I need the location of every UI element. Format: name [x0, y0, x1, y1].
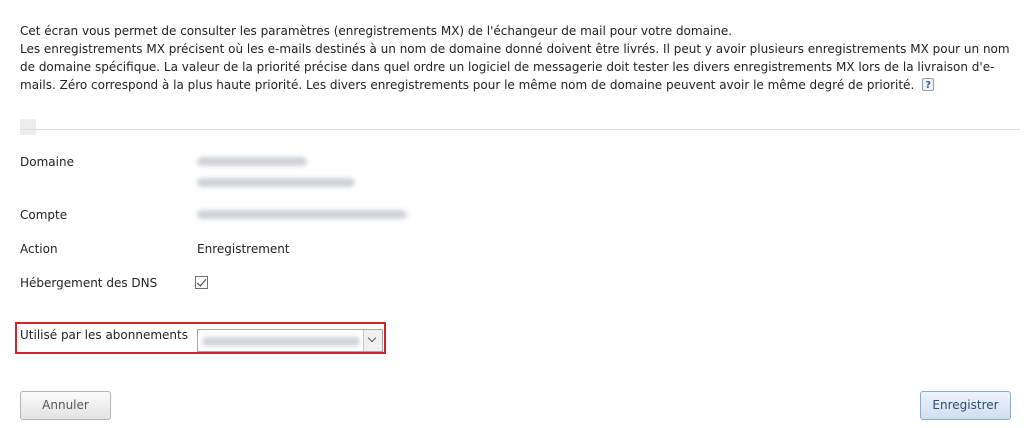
intro-text: Cet écran vous permet de consulter les p…: [20, 22, 1020, 95]
section-divider: [20, 129, 1020, 130]
domain-label: Domaine: [20, 155, 74, 169]
subscriptions-value-redacted: [202, 337, 360, 346]
dns-hosting-label: Hébergement des DNS: [20, 276, 158, 290]
intro-line-1: Cet écran vous permet de consulter les p…: [20, 24, 733, 38]
intro-line-2: Les enregistrements MX précisent où les …: [20, 40, 1020, 95]
help-icon[interactable]: [922, 77, 935, 95]
account-label: Compte: [20, 208, 68, 222]
subscriptions-label: Utilisé par les abonnements: [20, 328, 188, 342]
subscriptions-select[interactable]: [197, 329, 383, 352]
chevron-down-icon[interactable]: [363, 330, 382, 351]
action-label: Action: [20, 242, 58, 256]
action-value: Enregistrement: [197, 242, 290, 256]
save-button[interactable]: Enregistrer: [920, 391, 1011, 420]
cancel-button[interactable]: Annuler: [20, 391, 111, 420]
section-marker: [20, 119, 36, 135]
intro-line-2-text: Les enregistrements MX précisent où les …: [20, 42, 1010, 92]
dns-hosting-checkbox[interactable]: [195, 276, 208, 289]
